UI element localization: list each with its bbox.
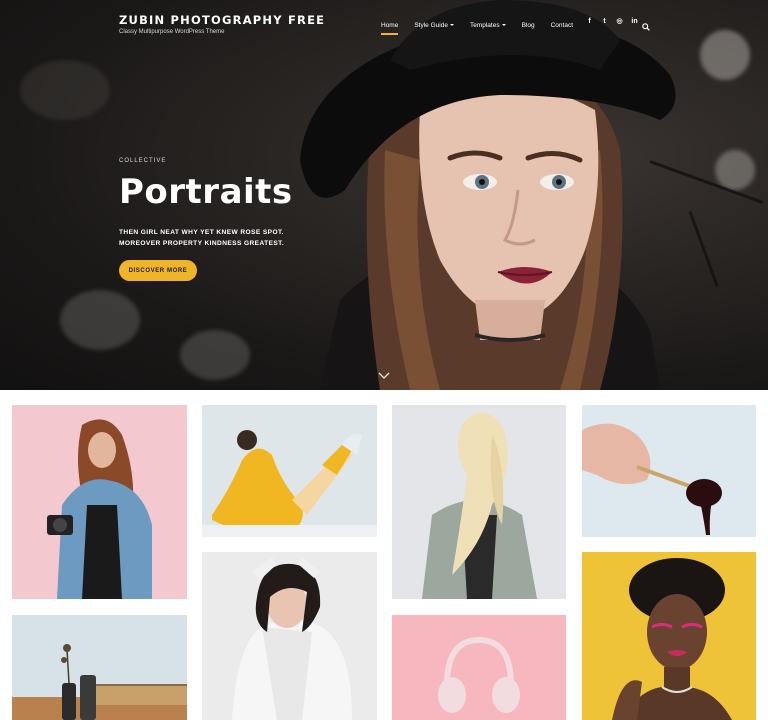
nav-label: Style Guide [414,21,448,29]
nav-item-contact[interactable]: Contact [551,22,573,29]
hero-description: THEN GIRL NEAT WHY YET KNEW ROSE SPOT. M… [119,229,285,247]
gallery-tile-vase-still-life[interactable] [12,615,187,720]
hero-kicker: COLLECTIVE [119,158,167,164]
nav-label: Templates [469,21,500,29]
twitter-icon[interactable]: t [601,18,608,25]
nav-item-blog[interactable]: Blog [522,22,535,29]
hero-title: Portraits [119,172,293,212]
gallery-tile-white-shirt[interactable] [202,552,377,720]
facebook-icon[interactable]: f [586,18,593,25]
gallery-tile-trench-coat[interactable] [392,405,566,599]
search-icon[interactable] [642,18,650,31]
gallery-photo [582,552,756,720]
gallery-photo [582,405,756,537]
gallery-photo [12,615,187,720]
blossom-decor [20,60,110,120]
blossom-decor [60,290,140,350]
gallery-tile-dripping-brush[interactable] [582,405,756,537]
gallery-photo [202,405,377,537]
hero-section: ZUBIN PHOTOGRAPHY FREE Classy Multipurpo… [0,0,768,390]
gallery-photo [392,405,566,599]
social-links: f t ◎ in [586,17,638,26]
nav-label: Home [381,21,399,29]
chevron-down-icon [449,23,454,26]
gallery-tile-afro-portrait[interactable] [582,552,756,720]
nav-item-style-guide[interactable]: Style Guide [414,22,454,29]
branch-decor [688,210,719,288]
site-title[interactable]: ZUBIN PHOTOGRAPHY FREE [119,13,325,27]
instagram-icon[interactable]: ◎ [616,17,623,25]
gallery-photo [202,552,377,720]
blossom-decor [180,330,250,380]
nav-item-templates[interactable]: Templates [470,22,506,29]
nav-item-home[interactable]: Home [381,21,399,35]
blossom-decor [700,30,750,80]
blossom-decor [715,150,755,190]
site-tagline: Classy Multipurpose WordPress Theme [119,29,225,35]
chevron-down-icon[interactable] [378,372,390,380]
linkedin-icon[interactable]: in [631,18,638,25]
discover-more-button[interactable]: DISCOVER MORE [119,260,197,281]
gallery-photo [12,405,187,599]
nav-label: Blog [521,21,535,29]
chevron-down-icon [501,23,506,26]
gallery-tile-denim-jacket[interactable] [12,405,187,599]
gallery-tile-yellow-outfit[interactable] [202,405,377,537]
hero-portrait-image [300,0,676,390]
portfolio-gallery [0,390,768,720]
gallery-photo [392,615,566,720]
nav-label: Contact [550,21,573,29]
main-navigation: Home Style Guide Templates Blog Contact [381,18,589,35]
gallery-tile-headphones[interactable] [392,615,566,720]
